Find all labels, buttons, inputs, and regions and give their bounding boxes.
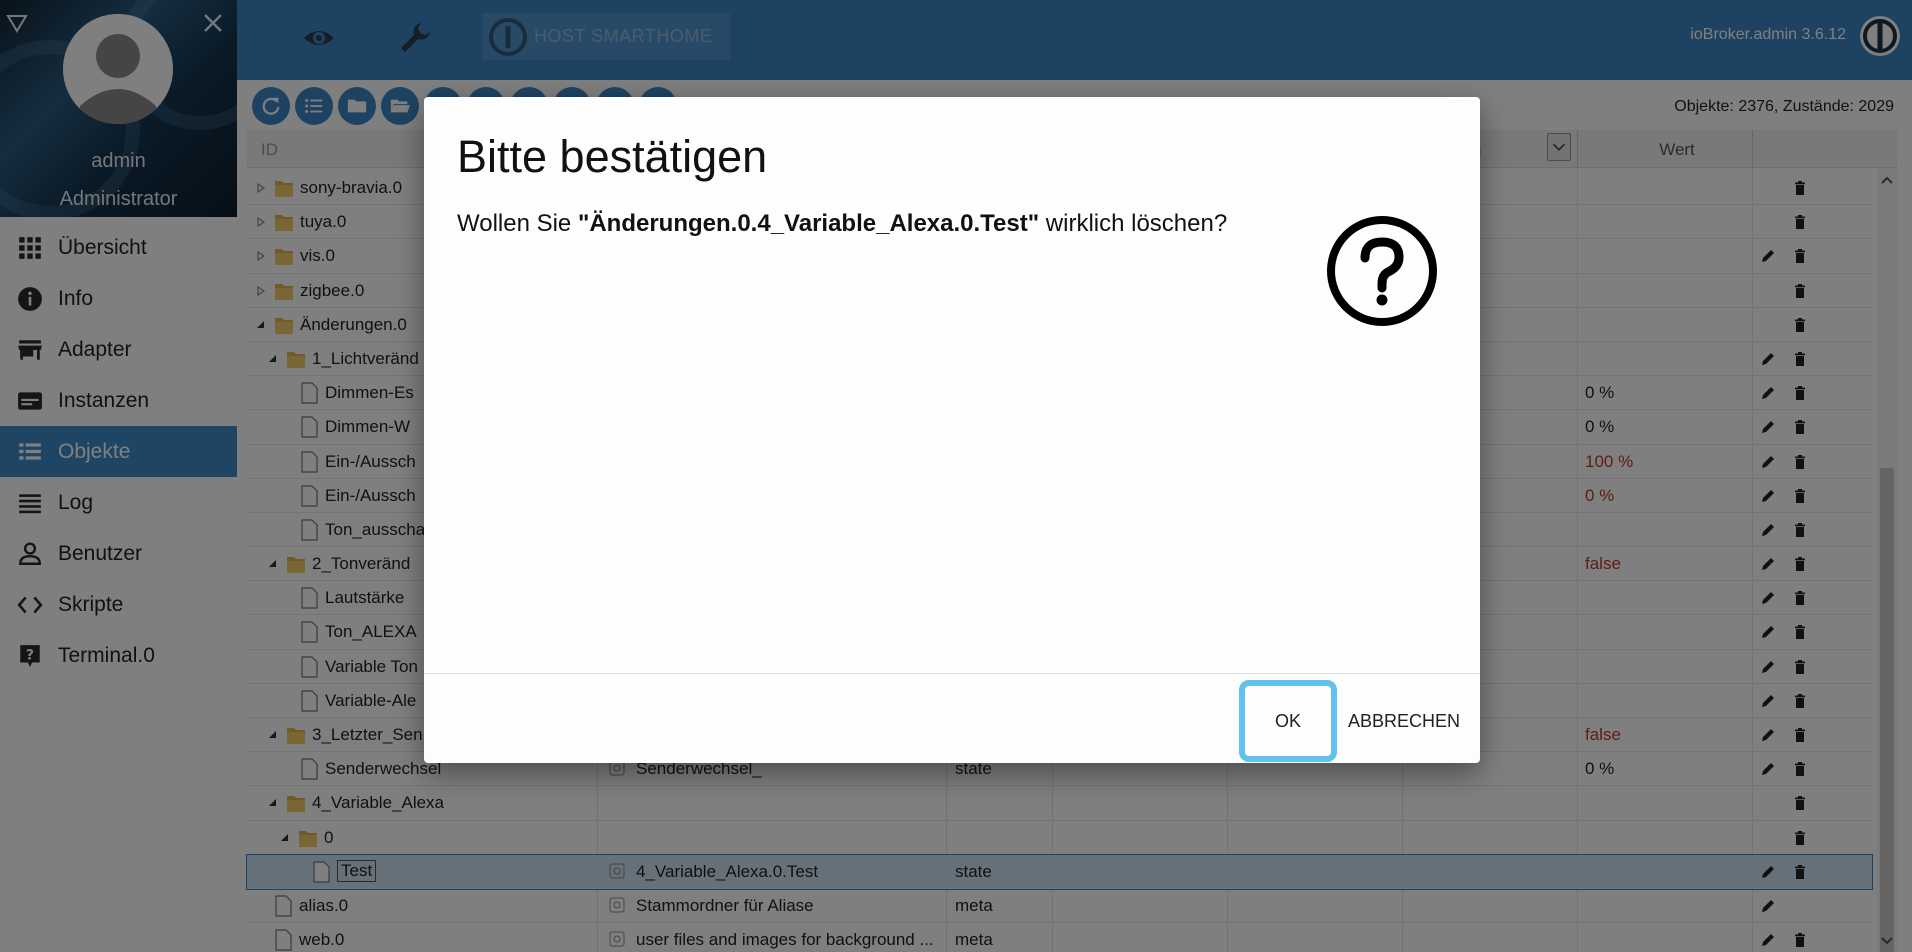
question-circle-icon bbox=[1325, 214, 1439, 328]
confirm-dialog: Bitte bestätigen Wollen Sie "Änderungen.… bbox=[424, 97, 1480, 763]
cancel-button[interactable]: ABBRECHEN bbox=[1340, 700, 1468, 742]
object-name: "Änderungen.0.4_Variable_Alexa.0.Test" bbox=[577, 210, 1040, 237]
message-prefix: Wollen Sie bbox=[457, 210, 578, 237]
message-suffix: wirklich löschen? bbox=[1039, 210, 1228, 237]
dialog-title: Bitte bestätigen bbox=[457, 131, 768, 182]
dialog-divider bbox=[424, 673, 1480, 674]
dialog-message: Wollen Sie "Änderungen.0.4_Variable_Alex… bbox=[457, 210, 1227, 238]
ok-button[interactable]: OK bbox=[1239, 680, 1337, 762]
